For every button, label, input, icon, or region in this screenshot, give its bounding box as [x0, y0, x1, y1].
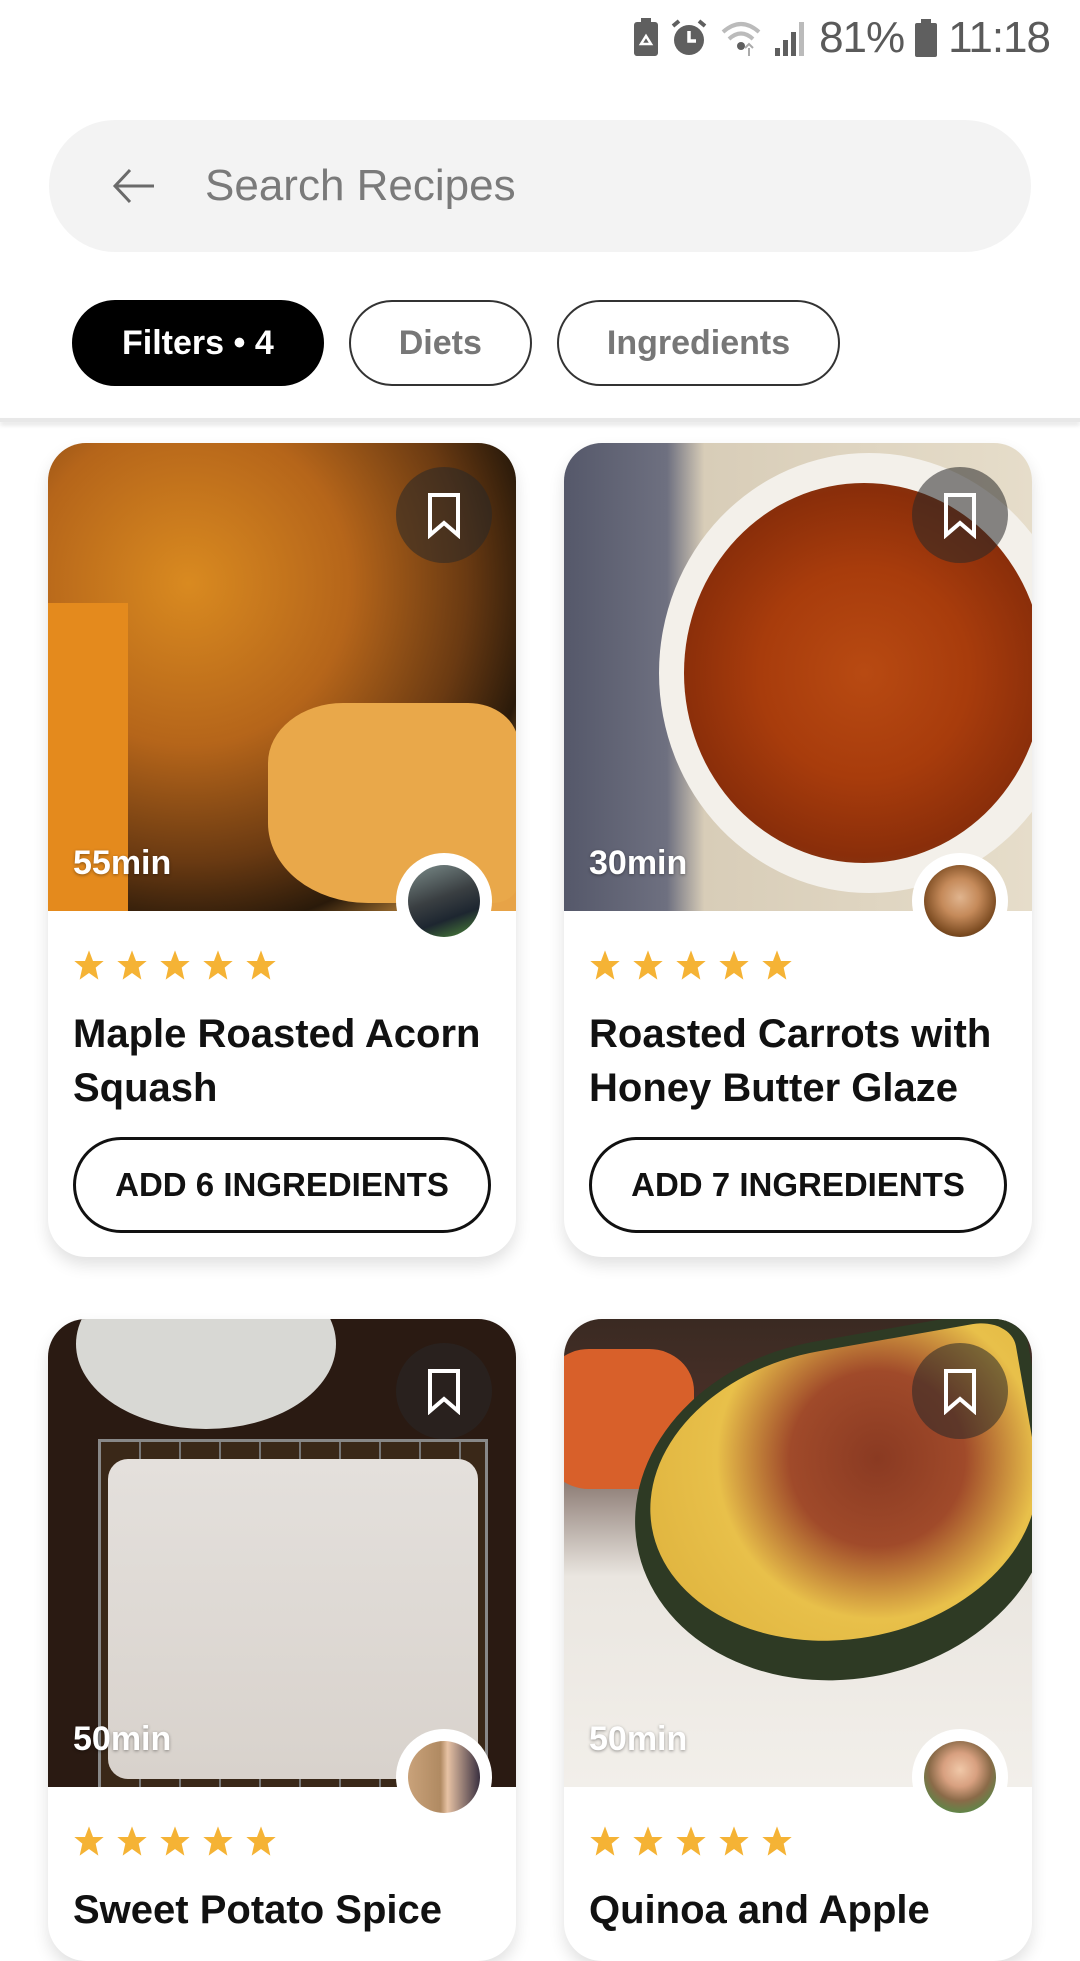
star-icon	[74, 1826, 104, 1856]
star-icon	[160, 950, 190, 980]
bookmark-button[interactable]	[396, 1343, 492, 1439]
header-divider	[0, 418, 1080, 422]
search-bar[interactable]: Search Recipes	[49, 120, 1031, 252]
bookmark-icon	[428, 493, 460, 539]
author-avatar[interactable]	[396, 1729, 492, 1825]
recipe-title[interactable]: Roasted Carrots with Honey Butter Glaze	[589, 1007, 1007, 1115]
cook-time: 30min	[589, 844, 688, 882]
add-ingredients-button[interactable]: ADD 7 INGREDIENTS	[589, 1137, 1007, 1233]
recipe-card[interactable]: 50min Quinoa and Apple	[564, 1319, 1032, 1961]
filters-chip[interactable]: Filters • 4	[72, 300, 324, 386]
add-ingredients-button[interactable]: ADD 6 INGREDIENTS	[73, 1137, 491, 1233]
star-icon	[762, 1826, 792, 1856]
star-icon	[676, 950, 706, 980]
star-icon	[160, 1826, 190, 1856]
star-icon	[246, 950, 276, 980]
star-icon	[719, 950, 749, 980]
rating-stars	[73, 949, 491, 981]
star-icon	[633, 1826, 663, 1856]
star-icon	[117, 950, 147, 980]
signal-icon	[773, 18, 809, 58]
ingredients-chip[interactable]: Ingredients	[556, 300, 841, 386]
author-avatar[interactable]	[912, 853, 1008, 949]
author-avatar[interactable]	[912, 1729, 1008, 1825]
clock: 11:18	[948, 13, 1051, 62]
bookmark-icon	[428, 1369, 460, 1415]
search-input[interactable]: Search Recipes	[205, 161, 516, 211]
star-icon	[633, 950, 663, 980]
recipe-card[interactable]: 30min Roasted Carrots with Honey Butter …	[564, 443, 1032, 1257]
recipe-card[interactable]: 55min Maple Roasted Acorn Squash ADD 6 I…	[48, 443, 516, 1257]
star-icon	[117, 1826, 147, 1856]
recipe-image[interactable]: 55min	[48, 443, 516, 911]
recipe-image[interactable]: 30min	[564, 443, 1032, 911]
recipe-title[interactable]: Maple Roasted Acorn Squash	[73, 1007, 491, 1115]
star-icon	[203, 1826, 233, 1856]
recipe-title[interactable]: Quinoa and Apple	[589, 1883, 1007, 1937]
cook-time: 50min	[589, 1720, 688, 1758]
filter-chips: Filters • 4 Diets Ingredients	[72, 300, 841, 386]
bookmark-button[interactable]	[912, 467, 1008, 563]
alarm-icon	[669, 18, 709, 58]
recipe-image[interactable]: 50min	[48, 1319, 516, 1787]
arrow-left-icon[interactable]	[105, 157, 163, 215]
star-icon	[590, 1826, 620, 1856]
star-icon	[246, 1826, 276, 1856]
battery-saver-icon	[633, 18, 659, 58]
cook-time: 55min	[73, 844, 172, 882]
diets-chip[interactable]: Diets	[348, 300, 532, 386]
recipe-image[interactable]: 50min	[564, 1319, 1032, 1787]
battery-icon	[914, 18, 938, 58]
star-icon	[74, 950, 104, 980]
star-icon	[719, 1826, 749, 1856]
recipe-card[interactable]: 50min Sweet Potato Spice	[48, 1319, 516, 1961]
bookmark-button[interactable]	[912, 1343, 1008, 1439]
star-icon	[203, 950, 233, 980]
rating-stars	[589, 1825, 1007, 1857]
wifi-icon	[719, 18, 763, 58]
cook-time: 50min	[73, 1720, 172, 1758]
bookmark-icon	[944, 493, 976, 539]
star-icon	[590, 950, 620, 980]
bookmark-button[interactable]	[396, 467, 492, 563]
author-avatar[interactable]	[396, 853, 492, 949]
rating-stars	[589, 949, 1007, 981]
recipe-title[interactable]: Sweet Potato Spice	[73, 1883, 491, 1937]
star-icon	[762, 950, 792, 980]
star-icon	[676, 1826, 706, 1856]
battery-percent: 81%	[819, 13, 905, 62]
status-bar: 81% 11:18	[0, 0, 1080, 80]
bookmark-icon	[944, 1369, 976, 1415]
rating-stars	[73, 1825, 491, 1857]
